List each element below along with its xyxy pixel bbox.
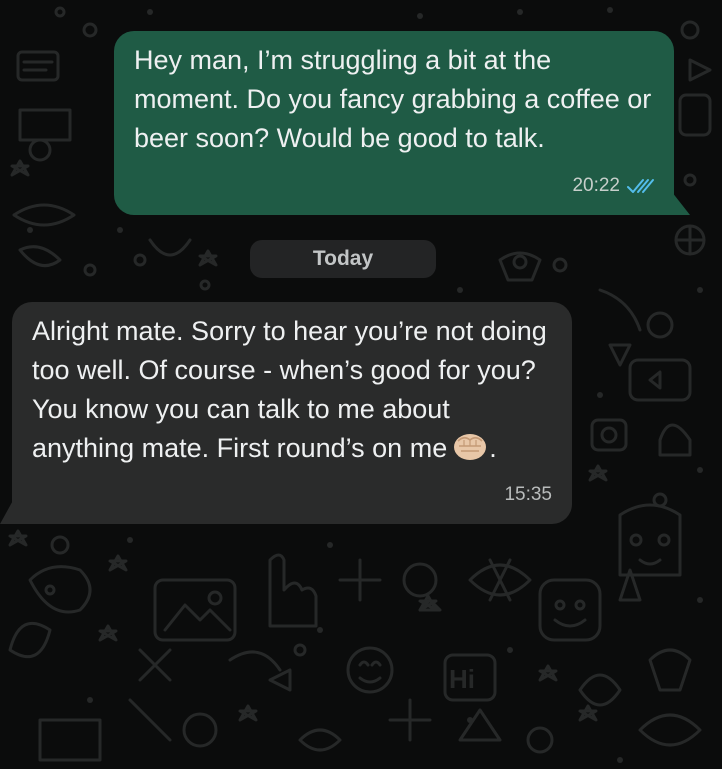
outgoing-bubble-tail (668, 187, 690, 215)
date-separator-label: Today (312, 247, 374, 270)
date-separator: Today (250, 240, 436, 278)
message-meta: 20:22 (572, 166, 656, 205)
message-meta: 15:35 (504, 475, 552, 514)
message-time: 15:35 (504, 484, 552, 505)
message-trailing-text: . (489, 433, 497, 463)
message-text-container: Alright mate. Sorry to hear you’re not d… (32, 312, 552, 468)
svg-text:Hi: Hi (449, 664, 475, 694)
message-time: 20:22 (572, 175, 620, 196)
fist-emoji-icon (454, 434, 487, 460)
message-text: Hey man, I’m struggling a bit at the mom… (134, 45, 652, 153)
outgoing-message-bubble[interactable]: Hey man, I’m struggling a bit at the mom… (114, 31, 674, 215)
incoming-message-bubble[interactable]: Alright mate. Sorry to hear you’re not d… (12, 302, 572, 524)
double-check-icon (627, 178, 654, 193)
incoming-bubble-tail (0, 495, 16, 524)
